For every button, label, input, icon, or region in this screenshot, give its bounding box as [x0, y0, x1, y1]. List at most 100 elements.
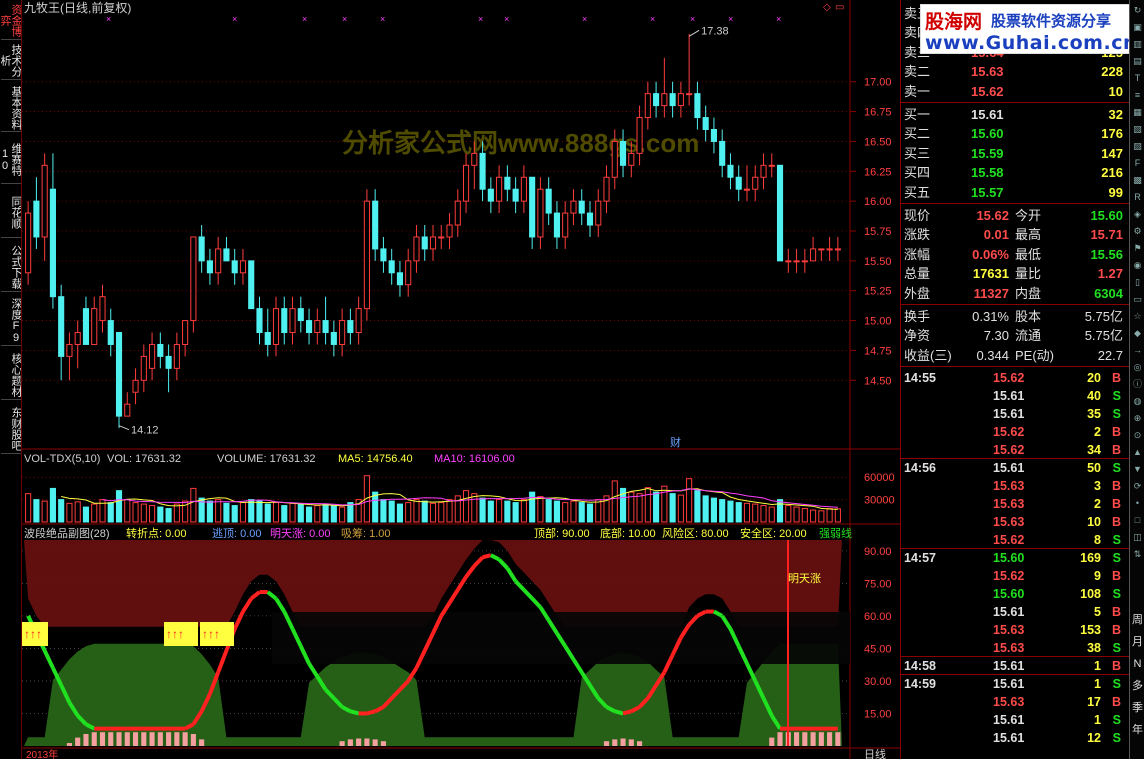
buy-row-4[interactable]: 买四 15.58 216	[901, 163, 1129, 182]
volume-bar	[281, 505, 288, 523]
dot-icon[interactable]: •	[1130, 495, 1144, 512]
tick-side: B	[1111, 569, 1121, 584]
candle	[586, 212, 594, 226]
signal-mark: ×	[232, 14, 237, 24]
chart-area[interactable]: 九牧王(日线,前复权) ◇ ▭ 17.00 16.75 16.50 16.25 16.00 15…	[22, 0, 900, 759]
link-icon[interactable]: ⊕	[1130, 410, 1144, 427]
stat-value: 17631	[972, 266, 1009, 282]
signal-mark: ×	[728, 14, 733, 24]
info-icon[interactable]: ⓘ	[1130, 376, 1144, 393]
flag-icon[interactable]: ⚑	[1130, 240, 1144, 257]
buy-row-1[interactable]: 买一 15.61 32	[901, 105, 1129, 124]
table-icon[interactable]: ▩	[1130, 172, 1144, 189]
stat-row: 外盘 11327 内盘 6304	[901, 284, 1129, 303]
left-tab-3[interactable]: 维赛特10	[1, 134, 21, 184]
sort-icon[interactable]: ⇅	[1130, 546, 1144, 563]
bell-icon[interactable]: ◉	[1130, 257, 1144, 274]
candle	[603, 176, 610, 202]
stat-key: PE(动)	[1015, 347, 1055, 363]
down-icon[interactable]: ▼	[1130, 461, 1144, 478]
left-tab-1[interactable]: 技术分析	[1, 40, 21, 80]
tick-row: 14:58 15.61 1 B	[901, 657, 1129, 675]
chart-icon[interactable]: ▧	[1130, 121, 1144, 138]
arrow-icon[interactable]: →	[1130, 342, 1144, 359]
candle	[719, 140, 726, 166]
tick-side: S	[1112, 407, 1121, 422]
ind-axis-label: 15.00	[864, 708, 892, 720]
period-button-5[interactable]: 年	[1130, 722, 1144, 739]
news-icon[interactable]: ▨	[1130, 138, 1144, 155]
tick-price: 15.62	[993, 569, 1025, 584]
accumulation-bar	[91, 732, 97, 746]
volume-bar	[496, 499, 503, 523]
period-button-4[interactable]: 季	[1130, 700, 1144, 717]
list-icon[interactable]: ≡	[1130, 87, 1144, 104]
left-tab-5[interactable]: 公式下载	[1, 240, 21, 292]
period-button-0[interactable]: 周	[1130, 612, 1144, 629]
box-icon[interactable]: □	[1130, 512, 1144, 529]
buy-row-5[interactable]: 买五 15.57 99	[901, 183, 1129, 202]
signal-icon[interactable]: ◈	[1130, 206, 1144, 223]
zoom-icon[interactable]: ⊙	[1130, 427, 1144, 444]
left-tab-8[interactable]: 东财股吧	[1, 402, 21, 454]
volume-bar	[231, 505, 238, 523]
volume-bar	[677, 494, 684, 523]
accumulation-bar	[132, 732, 139, 746]
left-tab-2[interactable]: 基本资料	[1, 82, 21, 132]
grid-icon[interactable]: ▦	[1130, 104, 1144, 121]
candle	[58, 296, 65, 357]
period-label: 日线	[864, 747, 886, 759]
candle	[388, 260, 395, 274]
sell-row-1[interactable]: 卖一 15.62 10	[901, 82, 1129, 101]
accumulation-bar	[802, 732, 808, 746]
text-icon[interactable]: T	[1130, 70, 1144, 87]
watermark-text: 分析家公式网www.888gs.com	[342, 128, 699, 158]
star-icon[interactable]: ☆	[1130, 308, 1144, 325]
period-button-2[interactable]: N	[1130, 656, 1144, 673]
candle	[372, 200, 379, 250]
left-tab-bar: 资金博弈 技术分析 基本资料 维赛特10 同花顺 公式下载 深度F9 核心题材 东财股吧	[0, 0, 22, 759]
clip-icon[interactable]: ◫	[1130, 529, 1144, 546]
tick-price: 15.63	[993, 479, 1025, 494]
candle	[735, 176, 742, 190]
stat-row: 涨跌 0.01 最高 15.71	[901, 225, 1129, 244]
up-icon[interactable]: ▲	[1130, 444, 1144, 461]
f10-icon[interactable]: F	[1130, 155, 1144, 172]
left-tab-7[interactable]: 核心题材	[1, 348, 21, 400]
tick-volume: 34	[1087, 443, 1101, 458]
gear-icon[interactable]: ⚙	[1130, 223, 1144, 240]
signal-mark: ×	[650, 14, 655, 24]
users-icon[interactable]: ◎	[1130, 359, 1144, 376]
tab-capital-game[interactable]: 资金博弈	[1, 0, 21, 40]
window-icon[interactable]: ▣	[1130, 19, 1144, 36]
period-button-3[interactable]: 多	[1130, 678, 1144, 695]
tick-row: 15.62 2 B	[901, 423, 1129, 441]
tick-row: 15.61 1 S	[901, 711, 1129, 729]
rss-icon[interactable]: R	[1130, 189, 1144, 206]
stat-key: 最低	[1015, 246, 1042, 262]
volume-bar	[719, 499, 726, 523]
volume-bar	[421, 500, 428, 523]
tag-icon[interactable]: ◆	[1130, 325, 1144, 342]
volume-bar	[611, 480, 618, 523]
left-tab-6[interactable]: 深度F9	[1, 294, 21, 346]
volume-bar	[190, 487, 197, 523]
pin-icon[interactable]: ◍	[1130, 393, 1144, 410]
candle	[454, 200, 461, 226]
stat-key: 最高	[1015, 227, 1042, 243]
sync-icon[interactable]: ⟳	[1130, 478, 1144, 495]
layout-icon[interactable]: ▭	[1130, 291, 1144, 308]
refresh-icon[interactable]: ↻	[1130, 2, 1144, 19]
doc-icon[interactable]: ▯	[1130, 274, 1144, 291]
buy-row-2[interactable]: 买二 15.60 176	[901, 124, 1129, 143]
monitor-icon[interactable]: ▤	[1130, 53, 1144, 70]
tick-volume: 108	[1080, 587, 1101, 602]
candle	[661, 93, 668, 107]
buy-row-3[interactable]: 买三 15.59 147	[901, 144, 1129, 163]
period-button-1[interactable]: 月	[1130, 634, 1144, 651]
volume-bar	[239, 502, 247, 523]
tick-price: 15.62	[993, 533, 1025, 548]
bar-chart-icon[interactable]: ▥	[1130, 36, 1144, 53]
left-tab-4[interactable]: 同花顺	[1, 186, 21, 238]
sell-row-2[interactable]: 卖二 15.63 228	[901, 62, 1129, 81]
